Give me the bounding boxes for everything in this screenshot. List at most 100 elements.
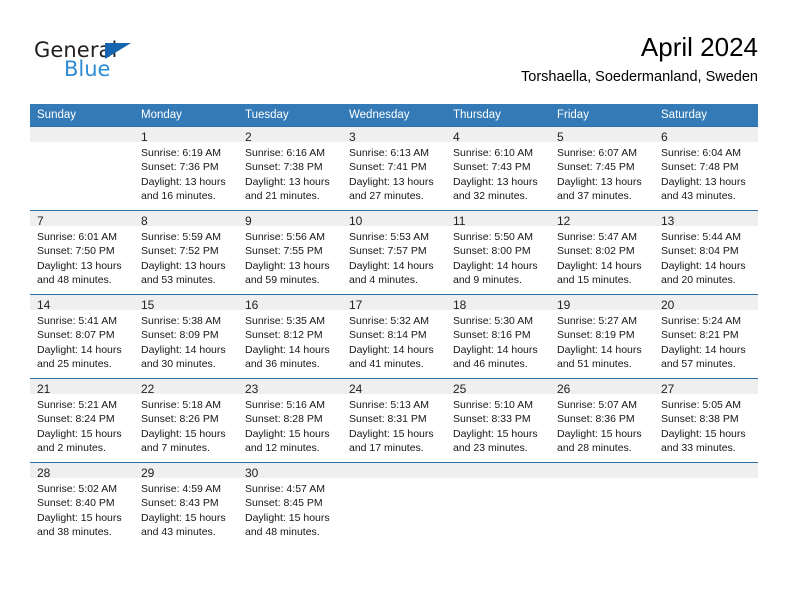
- day-details: Sunrise: 4:59 AM Sunset: 8:43 PM Daylight:…: [134, 478, 238, 546]
- day-number: 12: [550, 211, 654, 228]
- sunrise-time: Sunrise: 5:53 AM: [349, 231, 429, 243]
- day-number: 29: [134, 463, 238, 480]
- daylight-duration-line2: and 48 minutes.: [37, 273, 112, 286]
- sunset-time: Sunset: 7:48 PM: [661, 161, 739, 174]
- day-number: [550, 463, 654, 478]
- sunset-time: Sunset: 8:02 PM: [557, 245, 635, 258]
- calendar-day-cell[interactable]: 14 Sunrise: 5:41 AM Sunset: 8:07 PM Dayligh…: [30, 294, 134, 379]
- daylight-duration-line2: and 12 minutes.: [245, 441, 320, 454]
- daylight-duration-line1: Daylight: 15 hours: [557, 427, 642, 440]
- daylight-duration-line2: and 30 minutes.: [141, 357, 216, 370]
- daylight-duration-line2: and 37 minutes.: [557, 189, 632, 202]
- sunrise-time: Sunrise: 5:18 AM: [141, 399, 221, 411]
- calendar-day-cell[interactable]: 2 Sunrise: 6:16 AM Sunset: 7:38 PM Daylight…: [238, 126, 342, 211]
- day-number: 15: [134, 295, 238, 312]
- day-details: Sunrise: 6:01 AM Sunset: 7:50 PM Daylight:…: [30, 226, 134, 294]
- day-number: 1: [134, 127, 238, 144]
- day-details: Sunrise: 5:30 AM Sunset: 8:16 PM Daylight:…: [446, 310, 550, 378]
- day-number: 30: [238, 463, 342, 480]
- calendar-week-row: 7 Sunrise: 6:01 AM Sunset: 7:50 PM Daylight…: [30, 210, 758, 295]
- daylight-duration-line1: Daylight: 15 hours: [245, 511, 330, 524]
- calendar-day-cell[interactable]: 18 Sunrise: 5:30 AM Sunset: 8:16 PM Dayligh…: [446, 294, 550, 379]
- calendar-day-cell[interactable]: 27 Sunrise: 5:05 AM Sunset: 8:38 PM Dayligh…: [654, 378, 758, 463]
- calendar-day-cell[interactable]: 4 Sunrise: 6:10 AM Sunset: 7:43 PM Daylight…: [446, 126, 550, 211]
- calendar-day-cell[interactable]: 3 Sunrise: 6:13 AM Sunset: 7:41 PM Daylight…: [342, 126, 446, 211]
- calendar-day-cell[interactable]: 16 Sunrise: 5:35 AM Sunset: 8:12 PM Dayligh…: [238, 294, 342, 379]
- sunrise-time: Sunrise: 5:32 AM: [349, 315, 429, 327]
- general-blue-logo: General Blue: [34, 38, 204, 86]
- daylight-duration-line1: Daylight: 14 hours: [661, 343, 746, 356]
- day-details: Sunrise: 5:47 AM Sunset: 8:02 PM Daylight:…: [550, 226, 654, 294]
- calendar-day-cell[interactable]: 1 Sunrise: 6:19 AM Sunset: 7:36 PM Daylight…: [134, 126, 238, 211]
- day-number: 26: [550, 379, 654, 396]
- sunset-time: Sunset: 7:36 PM: [141, 161, 219, 174]
- day-number: 28: [30, 463, 134, 480]
- calendar-day-cell[interactable]: 8 Sunrise: 5:59 AM Sunset: 7:52 PM Daylight…: [134, 210, 238, 295]
- calendar-day-cell[interactable]: 12 Sunrise: 5:47 AM Sunset: 8:02 PM Dayligh…: [550, 210, 654, 295]
- page-subtitle-location: Torshaella, Soedermanland, Sweden: [521, 69, 758, 85]
- sunset-time: Sunset: 8:00 PM: [453, 245, 531, 258]
- sunrise-time: Sunrise: 5:59 AM: [141, 231, 221, 243]
- calendar-day-cell[interactable]: 19 Sunrise: 5:27 AM Sunset: 8:19 PM Dayligh…: [550, 294, 654, 379]
- calendar-week-row: 21 Sunrise: 5:21 AM Sunset: 8:24 PM Dayligh…: [30, 378, 758, 463]
- sunset-time: Sunset: 7:55 PM: [245, 245, 323, 258]
- day-number: 19: [550, 295, 654, 312]
- sunset-time: Sunset: 7:43 PM: [453, 161, 531, 174]
- daylight-duration-line2: and 43 minutes.: [141, 525, 216, 538]
- daylight-duration-line1: Daylight: 13 hours: [245, 175, 330, 188]
- page-title: April 2024: [640, 32, 758, 62]
- calendar-day-cell[interactable]: 15 Sunrise: 5:38 AM Sunset: 8:09 PM Dayligh…: [134, 294, 238, 379]
- calendar-day-cell[interactable]: 10 Sunrise: 5:53 AM Sunset: 7:57 PM Dayligh…: [342, 210, 446, 295]
- sunset-time: Sunset: 8:07 PM: [37, 329, 115, 342]
- daylight-duration-line2: and 9 minutes.: [453, 273, 522, 286]
- daylight-duration-line1: Daylight: 14 hours: [453, 259, 538, 272]
- daylight-duration-line1: Daylight: 13 hours: [141, 175, 226, 188]
- sunset-time: Sunset: 8:04 PM: [661, 245, 739, 258]
- calendar-header-row: Sunday Monday Tuesday Wednesday Thursday…: [30, 104, 758, 127]
- daylight-duration-line1: Daylight: 15 hours: [349, 427, 434, 440]
- calendar-day-cell[interactable]: 9 Sunrise: 5:56 AM Sunset: 7:55 PM Daylight…: [238, 210, 342, 295]
- day-details: Sunrise: 5:10 AM Sunset: 8:33 PM Daylight:…: [446, 394, 550, 462]
- sunrise-time: Sunrise: 5:50 AM: [453, 231, 533, 243]
- sunset-time: Sunset: 8:45 PM: [245, 497, 323, 510]
- daylight-duration-line1: Daylight: 14 hours: [661, 259, 746, 272]
- calendar-day-cell[interactable]: 25 Sunrise: 5:10 AM Sunset: 8:33 PM Dayligh…: [446, 378, 550, 463]
- calendar-day-cell[interactable]: 23 Sunrise: 5:16 AM Sunset: 8:28 PM Dayligh…: [238, 378, 342, 463]
- calendar-day-cell[interactable]: 21 Sunrise: 5:21 AM Sunset: 8:24 PM Dayligh…: [30, 378, 134, 463]
- sunrise-time: Sunrise: 5:56 AM: [245, 231, 325, 243]
- calendar-day-cell[interactable]: 17 Sunrise: 5:32 AM Sunset: 8:14 PM Dayligh…: [342, 294, 446, 379]
- daylight-duration-line1: Daylight: 15 hours: [37, 427, 122, 440]
- calendar-day-cell[interactable]: 26 Sunrise: 5:07 AM Sunset: 8:36 PM Dayligh…: [550, 378, 654, 463]
- sunrise-time: Sunrise: 6:16 AM: [245, 147, 325, 159]
- calendar-day-cell[interactable]: 22 Sunrise: 5:18 AM Sunset: 8:26 PM Dayligh…: [134, 378, 238, 463]
- calendar-day-cell[interactable]: 28 Sunrise: 5:02 AM Sunset: 8:40 PM Dayligh…: [30, 462, 134, 546]
- sunset-time: Sunset: 8:38 PM: [661, 413, 739, 426]
- daylight-duration-line2: and 16 minutes.: [141, 189, 216, 202]
- daylight-duration-line2: and 48 minutes.: [245, 525, 320, 538]
- day-details: Sunrise: 6:19 AM Sunset: 7:36 PM Daylight:…: [134, 142, 238, 210]
- weekday-header-monday: Monday: [134, 104, 238, 127]
- day-number: 18: [446, 295, 550, 312]
- calendar-day-cell[interactable]: 7 Sunrise: 6:01 AM Sunset: 7:50 PM Daylight…: [30, 210, 134, 295]
- calendar-day-cell[interactable]: 5 Sunrise: 6:07 AM Sunset: 7:45 PM Daylight…: [550, 126, 654, 211]
- calendar-day-cell[interactable]: 24 Sunrise: 5:13 AM Sunset: 8:31 PM Dayligh…: [342, 378, 446, 463]
- daylight-duration-line2: and 41 minutes.: [349, 357, 424, 370]
- sunrise-time: Sunrise: 5:10 AM: [453, 399, 533, 411]
- day-number: 23: [238, 379, 342, 396]
- calendar-day-cell[interactable]: 13 Sunrise: 5:44 AM Sunset: 8:04 PM Dayligh…: [654, 210, 758, 295]
- calendar-day-cell[interactable]: 11 Sunrise: 5:50 AM Sunset: 8:00 PM Dayligh…: [446, 210, 550, 295]
- day-number: 5: [550, 127, 654, 144]
- sunrise-time: Sunrise: 6:01 AM: [37, 231, 117, 243]
- calendar-day-cell[interactable]: 30 Sunrise: 4:57 AM Sunset: 8:45 PM Dayligh…: [238, 462, 342, 546]
- day-details: Sunrise: 4:57 AM Sunset: 8:45 PM Daylight:…: [238, 478, 342, 546]
- daylight-duration-line1: Daylight: 13 hours: [453, 175, 538, 188]
- daylight-duration-line1: Daylight: 14 hours: [37, 343, 122, 356]
- day-number: 27: [654, 379, 758, 396]
- sunrise-time: Sunrise: 5:05 AM: [661, 399, 741, 411]
- day-details: Sunrise: 5:27 AM Sunset: 8:19 PM Daylight:…: [550, 310, 654, 378]
- calendar-day-cell[interactable]: 29 Sunrise: 4:59 AM Sunset: 8:43 PM Dayligh…: [134, 462, 238, 546]
- day-details: Sunrise: 5:24 AM Sunset: 8:21 PM Daylight:…: [654, 310, 758, 378]
- calendar-day-cell[interactable]: 20 Sunrise: 5:24 AM Sunset: 8:21 PM Dayligh…: [654, 294, 758, 379]
- calendar-day-cell[interactable]: 6 Sunrise: 6:04 AM Sunset: 7:48 PM Daylight…: [654, 126, 758, 211]
- day-number: 14: [30, 295, 134, 312]
